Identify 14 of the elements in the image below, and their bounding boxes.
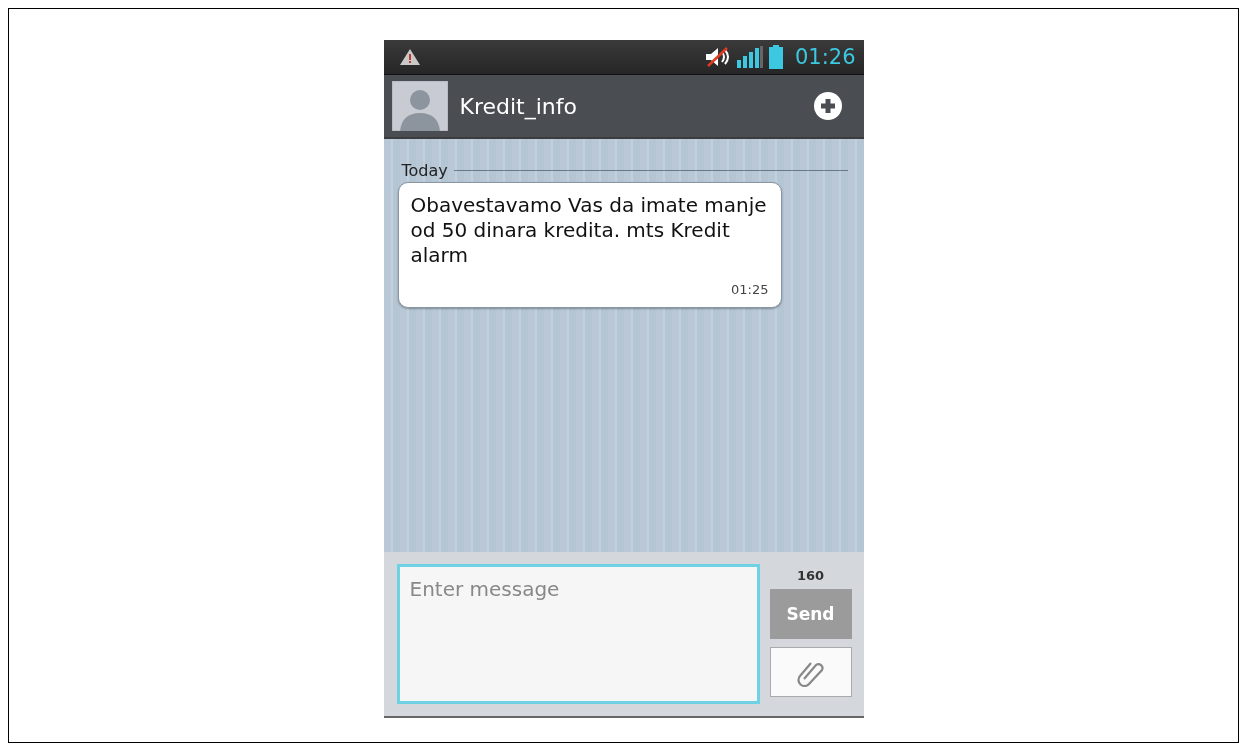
battery-icon	[768, 45, 783, 69]
add-icon[interactable]	[813, 92, 842, 120]
contact-name: Kredit_info	[459, 93, 578, 119]
attach-button[interactable]	[769, 647, 852, 697]
avatar-icon	[391, 81, 448, 131]
warning-icon	[399, 49, 420, 65]
date-divider: Today	[401, 161, 448, 180]
message-text: Obavestavamo Vas da imate manje od 50 dinara kredita. mts Kredit alarm	[410, 193, 768, 268]
status-time: 01:26	[794, 45, 856, 69]
muted-speaker-icon	[704, 47, 731, 67]
character-count: 160	[796, 567, 825, 583]
message-time: 01:25	[730, 282, 769, 297]
message-input[interactable]: Enter message	[396, 564, 760, 704]
signal-icon	[736, 46, 763, 68]
